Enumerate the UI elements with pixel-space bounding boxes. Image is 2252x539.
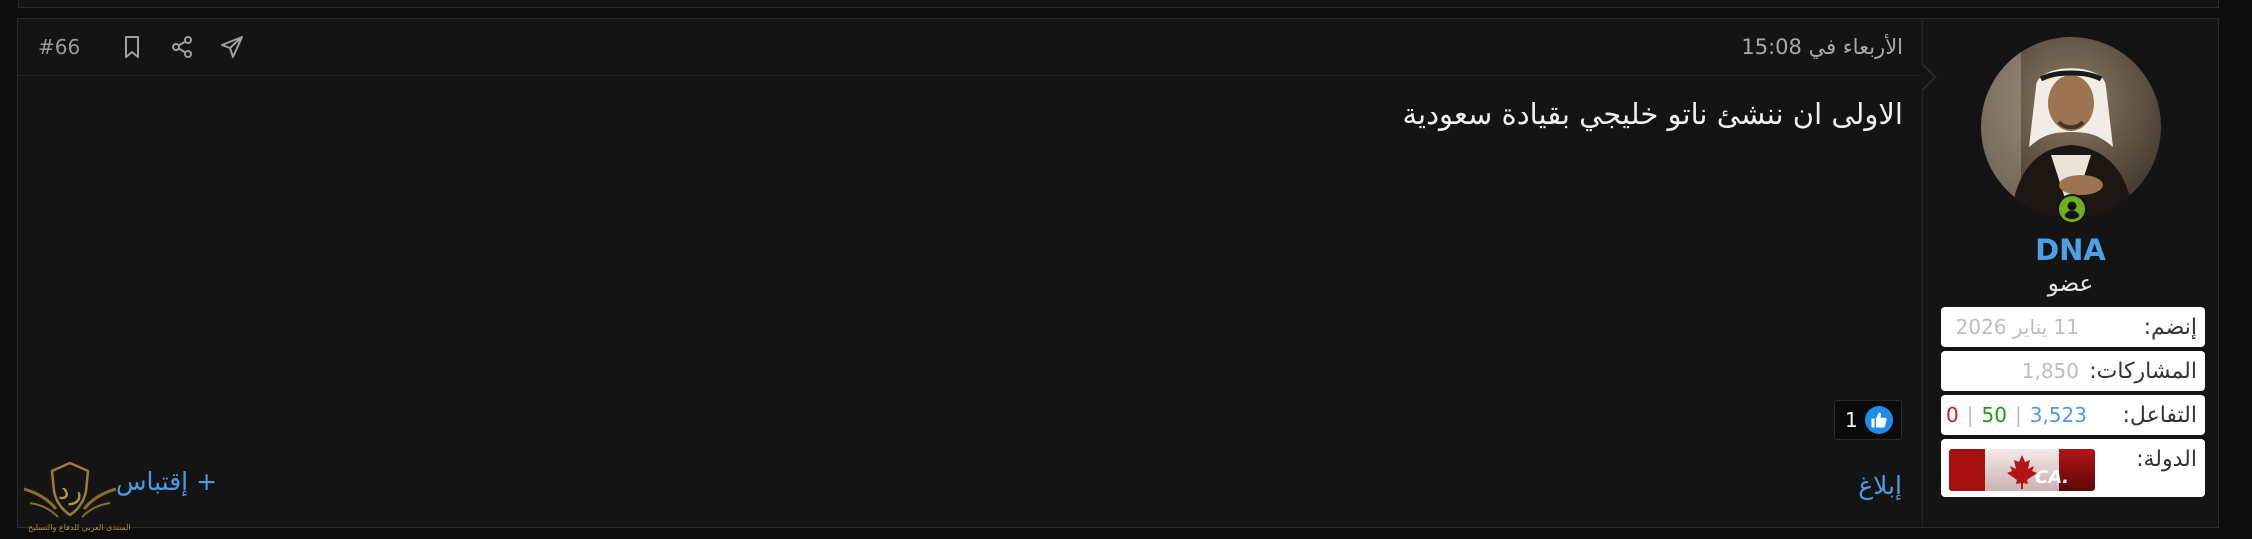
stat-reactions-values: 3,523 | 50 | 0 — [1946, 403, 2087, 427]
report-link[interactable]: إبلاغ — [1858, 471, 1902, 500]
post-message: الاولى ان ننشئ ناتو خليجي بقيادة سعودية — [1402, 97, 1903, 131]
previous-post-edge — [0, 0, 2252, 10]
user-info-column: DNA عضو إنضم: 11 يناير 2026 المشاركات: 1… — [1923, 19, 2218, 527]
separator: | — [2014, 403, 2022, 427]
flag-tld: .CA — [2035, 467, 2069, 488]
share-icon[interactable] — [168, 33, 196, 61]
reaction-summary[interactable]: 1 — [1834, 400, 1902, 440]
watermark-caption: المنتدى العربي للدفاع والتسليح — [28, 523, 131, 532]
stat-posts-label: المشاركات: — [2089, 358, 2197, 384]
reaction-score: 3,523 — [2029, 403, 2087, 427]
username-link[interactable]: DNA — [1923, 233, 2218, 267]
negative-score: 0 — [1946, 403, 1959, 427]
post-date[interactable]: الأربعاء في 15:08 — [1741, 35, 1903, 59]
user-avatar[interactable] — [1981, 37, 2161, 217]
stat-reactions-label: التفاعل: — [2122, 402, 2198, 428]
post-main: #66 الأربعاء في 15:08 الاولى ان ننشئ نات… — [18, 19, 1923, 532]
stat-joined-value: 11 يناير 2026 — [1955, 315, 2079, 339]
stat-country-label: الدولة: — [2136, 447, 2197, 472]
like-icon — [1865, 406, 1893, 434]
user-title: عضو — [2047, 271, 2094, 297]
post-header: #66 الأربعاء في 15:08 — [18, 19, 1922, 76]
svg-text:رد: رد — [58, 476, 82, 506]
bookmark-icon[interactable] — [118, 33, 146, 61]
positive-score: 50 — [1981, 403, 2007, 427]
post-container: #66 الأربعاء في 15:08 الاولى ان ننشئ نات… — [17, 18, 2219, 532]
separator: | — [1966, 403, 1974, 427]
stat-country: الدولة: .CA — [1941, 439, 2205, 497]
canada-flag-image: .CA — [1949, 449, 2095, 491]
stat-reactions: التفاعل: 3,523 | 50 | 0 — [1941, 395, 2205, 435]
send-icon[interactable] — [218, 33, 246, 61]
stat-joined-label: إنضم: — [2143, 314, 2197, 340]
stat-joined: إنضم: 11 يناير 2026 — [1941, 307, 2205, 347]
flag-band-left — [1949, 449, 1985, 491]
online-status-icon — [2057, 194, 2087, 224]
reaction-count: 1 — [1845, 408, 1858, 432]
stat-posts: المشاركات: 1,850 — [1941, 351, 2205, 391]
user-stats: إنضم: 11 يناير 2026 المشاركات: 1,850 الت… — [1941, 307, 2205, 501]
previous-post-border — [18, 0, 2219, 8]
quote-button[interactable]: + إقتباس — [116, 467, 217, 496]
post-number-link[interactable]: #66 — [38, 35, 80, 59]
stat-posts-value[interactable]: 1,850 — [2022, 359, 2079, 383]
